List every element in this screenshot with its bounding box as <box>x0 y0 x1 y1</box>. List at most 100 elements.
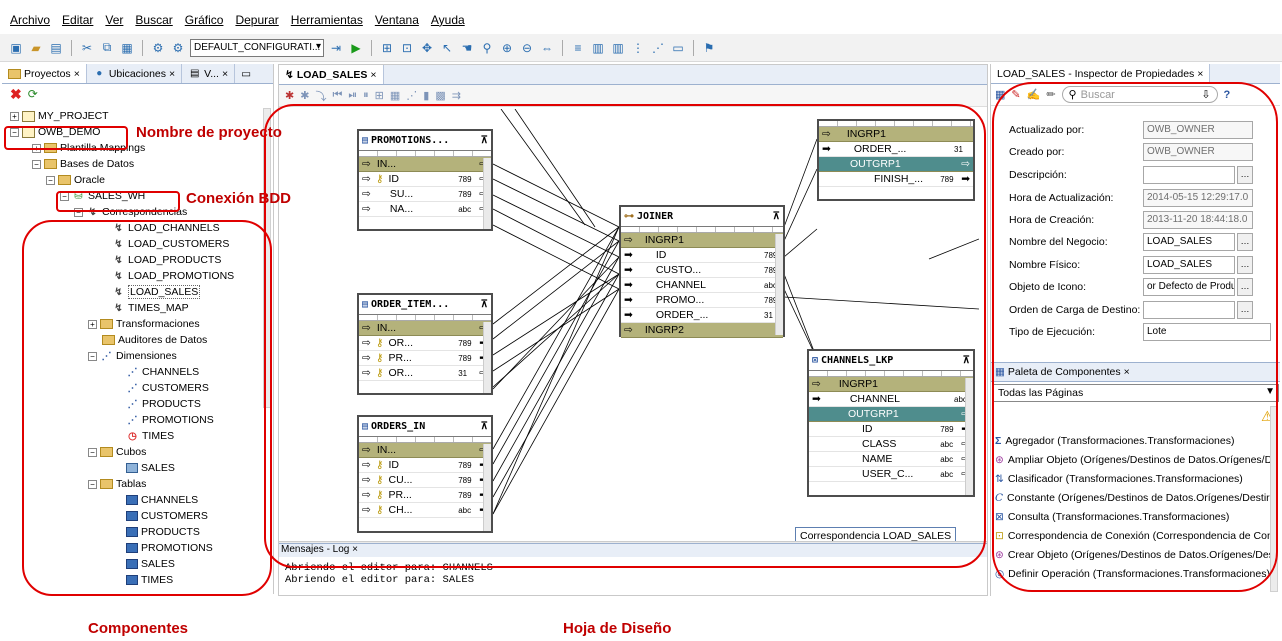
tree-node-oracle[interactable]: − Oracle <box>2 172 273 188</box>
tree-node-cube[interactable]: SALES <box>2 460 273 476</box>
menu-buscar[interactable]: Buscar <box>135 13 172 27</box>
settings-icon[interactable]: ⚙ <box>170 40 186 56</box>
menu-ayuda[interactable]: Ayuda <box>431 13 465 27</box>
palette-item[interactable]: ⊠ Consulta (Transformaciones.Transformaci… <box>995 508 1277 526</box>
attribute-row[interactable]: ⇨⚷ID789➡ <box>359 458 491 473</box>
palette-item[interactable]: ⊛ Ampliar Objeto (Orígenes/Destinos de Da… <box>995 451 1277 469</box>
attribute-row[interactable]: ⇨⚷PR...789➡ <box>359 351 491 366</box>
operator-scrollbar[interactable] <box>483 158 491 229</box>
operator-scrollbar[interactable] <box>965 378 973 495</box>
collapse-icon[interactable]: − <box>88 447 97 457</box>
menu-archivo[interactable]: Archivo <box>10 13 50 27</box>
attribute-row[interactable]: ⇨⚷CH...abc➡ <box>359 503 491 518</box>
group-in[interactable]: ⇨IN...⇨ <box>359 157 491 172</box>
zoom-out-icon[interactable]: ⊖ <box>519 40 535 56</box>
palette-filter-select[interactable]: Todas las Páginas ▼ <box>993 384 1279 402</box>
attribute-row[interactable]: ➡ PROMO... 789 <box>621 293 783 308</box>
operator-scrollbar[interactable] <box>775 234 783 335</box>
resume-icon[interactable]: ⏯ <box>348 89 357 102</box>
open-folder-icon[interactable]: ▰ <box>28 40 44 56</box>
menu-editar[interactable]: Editar <box>62 13 93 27</box>
ellipsis-button[interactable]: … <box>1237 233 1253 251</box>
pencil-icon[interactable]: ✏ <box>1046 88 1055 101</box>
left-scrollbar[interactable] <box>263 108 271 408</box>
tree-node-mapping[interactable]: ↯ LOAD_CUSTOMERS <box>2 236 273 252</box>
minimize-icon[interactable]: ⊼ <box>481 421 488 432</box>
move-icon[interactable]: ✥ <box>419 40 435 56</box>
minimize-icon[interactable]: ⊼ <box>963 355 970 366</box>
table-view-icon[interactable]: ▦ <box>390 89 400 102</box>
search-input[interactable]: Buscar <box>1081 89 1198 101</box>
collapse-icon[interactable]: ▭ <box>670 40 686 56</box>
ellipsis-button[interactable]: … <box>1237 278 1253 296</box>
group-ingrp1[interactable]: ⇨ INGRP1 <box>809 377 973 392</box>
tree-node-bases-datos[interactable]: − Bases de Datos <box>2 156 273 172</box>
config-icon[interactable]: ⚙ <box>150 40 166 56</box>
spacing-icon[interactable]: ⋮ <box>630 40 646 56</box>
ellipsis-button[interactable]: … <box>1237 256 1253 274</box>
close-icon[interactable]: × <box>222 68 228 80</box>
tree-node-table[interactable]: TIMES <box>2 572 273 588</box>
search-box[interactable]: ⚲ Buscar ⇩ <box>1061 86 1218 103</box>
palette-item[interactable]: ⊡ Correspondencia de Conexión (Correspond… <box>995 527 1277 545</box>
attribute-row[interactable]: ⇨SU...789⇨ <box>359 187 491 202</box>
close-icon[interactable]: × <box>74 68 80 80</box>
operator-order-items[interactable]: ▤ORDER_ITEM...⊼ ⇨IN...⇨ ⇨⚷OR...789➡ ⇨⚷PR… <box>357 293 493 395</box>
tree-node-table[interactable]: CHANNELS <box>2 492 273 508</box>
tree-node-mapping[interactable]: ↯ TIMES_MAP <box>2 300 273 316</box>
attribute-row[interactable]: ID789➡ <box>809 422 973 437</box>
new-icon[interactable]: ▣ <box>8 40 24 56</box>
edit-icon[interactable]: ✍ <box>1027 88 1041 101</box>
table-icon[interactable]: ▦ <box>995 88 1005 101</box>
tab-inspector[interactable]: LOAD_SALES - Inspector de Propiedades × <box>991 64 1211 83</box>
attribute-row[interactable]: ⇨⚷PR...789➡ <box>359 488 491 503</box>
palette-scrollbar[interactable] <box>1270 406 1278 592</box>
tree-node-table[interactable]: PRODUCTS <box>2 524 273 540</box>
refresh-icon[interactable]: ⟳ <box>28 87 38 101</box>
attribute-row[interactable]: ➡ CHANNEL abc <box>621 278 783 293</box>
zoom-in-icon[interactable]: ⊕ <box>499 40 515 56</box>
palette-item[interactable]: ◎ Definir Operación (Transformaciones.Tra… <box>995 565 1277 583</box>
tab-proyectos[interactable]: Proyectos × <box>2 64 87 83</box>
expand-icon[interactable]: ⋰ <box>650 40 666 56</box>
paste-icon[interactable]: ▦ <box>119 40 135 56</box>
help-icon[interactable]: ? <box>1224 89 1231 101</box>
minimize-icon[interactable]: ⊼ <box>481 135 488 146</box>
tree-node-dimension[interactable]: ⋰ PROMOTIONS <box>2 412 273 428</box>
palette-item[interactable]: C Constante (Orígenes/Destinos de Datos.O… <box>995 489 1277 507</box>
align-icon[interactable]: ≡ <box>570 40 586 56</box>
tree-node-transformaciones[interactable]: + Transformaciones <box>2 316 273 332</box>
group-in[interactable]: ⇨IN...⇨ <box>359 443 491 458</box>
grid-icon[interactable]: ▩ <box>435 89 445 102</box>
step-icon[interactable]: ⇥ <box>328 40 344 56</box>
physical-name-field[interactable]: LOAD_SALES <box>1143 256 1235 274</box>
attribute-row[interactable]: ➡ ID 789 <box>621 248 783 263</box>
close-icon[interactable]: × <box>370 69 376 81</box>
layout-icon[interactable]: ⊞ <box>379 40 395 56</box>
distribute-icon[interactable]: ▥ <box>610 40 626 56</box>
pan-hand-icon[interactable]: ☚ <box>459 40 475 56</box>
tree-node-tablas[interactable]: − Tablas <box>2 476 273 492</box>
collapse-icon[interactable]: − <box>32 159 41 169</box>
attribute-row[interactable]: ⇨⚷OR...789➡ <box>359 336 491 351</box>
tree-node-my-project[interactable]: + MY_PROJECT <box>2 108 273 124</box>
attribute-row[interactable]: ⇨NA...abc⇨ <box>359 202 491 217</box>
breakpoint-icon[interactable]: ✱ <box>300 89 309 102</box>
attribute-row[interactable]: ➡ CUSTO... 789 <box>621 263 783 278</box>
pause-icon[interactable]: ⏸ <box>363 89 369 102</box>
delete-icon[interactable]: ✖ <box>10 86 22 103</box>
tree-node-table[interactable]: PROMOTIONS <box>2 540 273 556</box>
operator-target[interactable]: ⇨ INGRP1 ➡ ORDER_... 31 OUTGRP1 ⇨ FINISH_...… <box>817 119 975 201</box>
ellipsis-button[interactable]: … <box>1237 166 1253 184</box>
minimize-icon[interactable]: ⊼ <box>481 299 488 310</box>
arrange-icon[interactable]: ▥ <box>590 40 606 56</box>
fit-width-icon[interactable]: ⇔ <box>539 40 555 56</box>
palette-item[interactable]: Σ Agregador (Transformaciones.Transformac… <box>995 432 1277 450</box>
expand-icon[interactable]: + <box>10 111 19 121</box>
attribute-row[interactable]: ⇨⚷OR...31⇨ <box>359 366 491 381</box>
operator-orders-in[interactable]: ▤ORDERS_IN⊼ ⇨IN...⇨ ⇨⚷ID789➡ ⇨⚷CU...789➡… <box>357 415 493 533</box>
collapse-icon[interactable]: − <box>88 479 97 489</box>
tree-node-mapping-selected[interactable]: ↯ LOAD_SALES <box>2 284 273 300</box>
select-pointer-icon[interactable]: ↖ <box>439 40 455 56</box>
menu-herramientas[interactable]: Herramientas <box>291 13 363 27</box>
